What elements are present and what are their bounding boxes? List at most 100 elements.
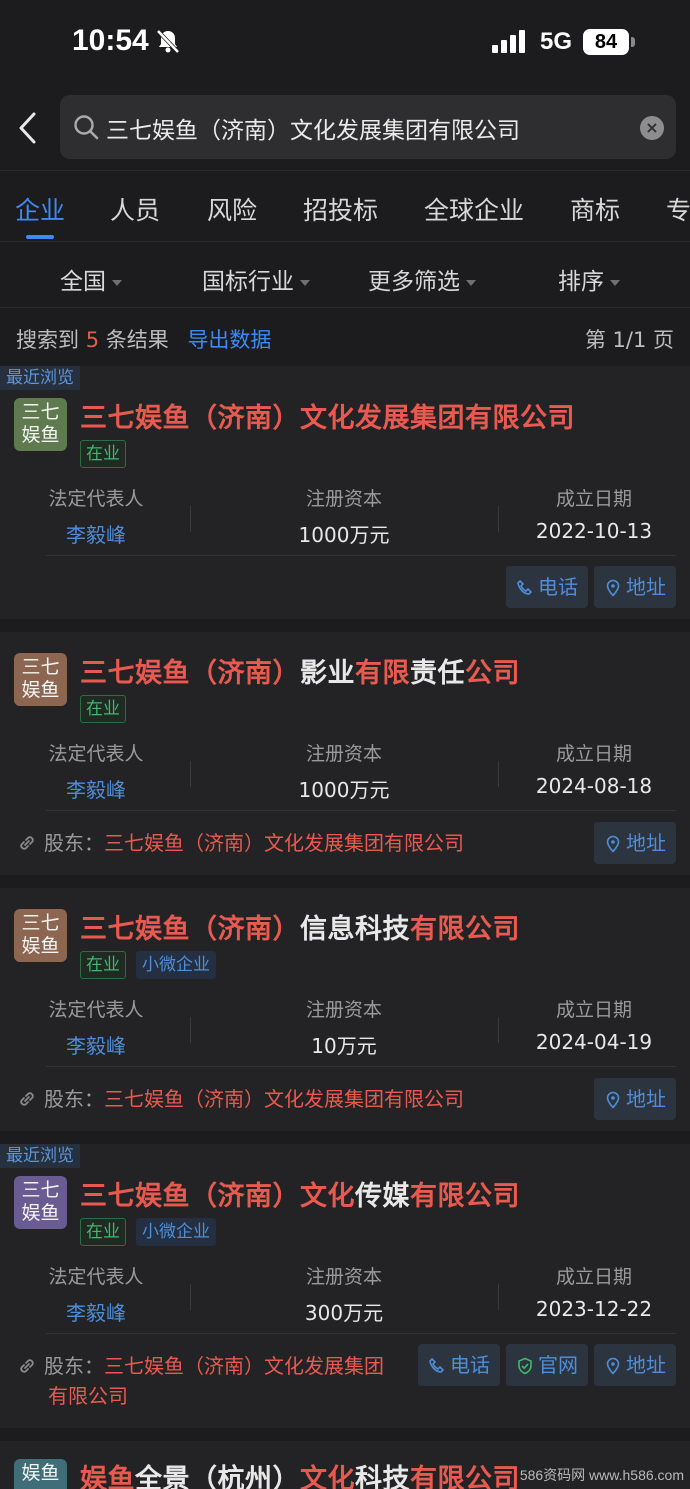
founded-value: 2023-12-22 <box>535 1297 653 1321</box>
results-count: 5 <box>85 328 100 352</box>
chevron-down-icon <box>610 279 620 286</box>
search-icon <box>72 113 100 145</box>
filter-sort[interactable]: 排序 <box>558 262 620 296</box>
tab-people[interactable]: 人员 <box>110 191 160 227</box>
results-suffix: 条结果 <box>105 328 169 352</box>
legal-rep-link[interactable]: 李毅峰 <box>46 1030 146 1059</box>
filter-bar: 全国 国标行业 更多筛选 排序 <box>0 242 690 308</box>
company-name[interactable]: 娱鱼全景（杭州）文化科技有限公司 <box>80 1457 520 1489</box>
phone-button[interactable]: 电话 <box>506 566 588 608</box>
tab-trademark[interactable]: 商标 <box>570 191 620 227</box>
tab-bidding[interactable]: 招投标 <box>303 191 378 227</box>
status-badge: 在业 <box>80 440 126 468</box>
company-card[interactable]: 最近浏览 三七 娱鱼 三七娱鱼（济南）文化发展集团有限公司 在业 法定代表人 李毅峰… <box>0 366 690 619</box>
tab-enterprise[interactable]: 企业 <box>15 191 65 227</box>
signal-icon <box>492 30 528 58</box>
company-name-segment: 三七娱鱼（济南）文化 <box>80 1181 355 1212</box>
legal-rep-link[interactable]: 李毅峰 <box>46 519 146 548</box>
capital-label: 注册资本 <box>305 488 382 510</box>
logo-line: 娱鱼 <box>21 1202 60 1224</box>
legal-rep-label: 法定代表人 <box>48 743 144 765</box>
legal-rep-link[interactable]: 李毅峰 <box>46 1297 146 1326</box>
company-name-segment: 文化 <box>300 1464 355 1489</box>
company-card[interactable]: 三七 娱鱼 三七娱鱼（济南）信息科技有限公司 在业 小微企业 法定代表人 李毅峰 注册… <box>0 888 690 1131</box>
address-button[interactable]: 地址 <box>594 822 676 864</box>
filter-sort-label: 排序 <box>558 269 604 295</box>
shareholder-row: 股东：三七娱鱼（济南）文化发展集团有限公司 <box>16 1084 464 1114</box>
company-info-row: 法定代表人 李毅峰 注册资本 10万元 成立日期 2024-04-19 <box>0 995 690 1065</box>
company-name-segment: 有限公司 <box>410 914 520 945</box>
battery-icon: 84 <box>583 29 629 55</box>
company-card[interactable]: 三七 娱鱼 三七娱鱼（济南）影业有限责任公司 在业 法定代表人李毅峰 注册资本 10… <box>0 632 690 875</box>
company-name[interactable]: 三七娱鱼（济南）文化传媒有限公司 <box>80 1174 520 1213</box>
capital-label: 注册资本 <box>305 1266 382 1288</box>
capital-value: 10万元 <box>311 1034 377 1058</box>
battery-tip <box>631 37 635 47</box>
address-button[interactable]: 地址 <box>594 1078 676 1120</box>
capital-value: 1000万元 <box>298 778 390 802</box>
separator <box>190 1284 191 1310</box>
clear-search-icon[interactable]: × <box>640 116 664 140</box>
status-badge: 在业 <box>80 695 126 723</box>
company-info-row: 法定代表人 李毅峰 注册资本 1000万元 成立日期 2024-08-18 <box>0 739 690 809</box>
legal-rep-label: 法定代表人 <box>48 1266 144 1288</box>
company-name-segment: 有限 <box>355 658 410 689</box>
legal-rep-link[interactable]: 李毅峰 <box>46 774 146 803</box>
status-tags: 在业 小微企业 <box>80 1218 226 1246</box>
chevron-down-icon <box>112 279 122 286</box>
divider <box>46 810 676 811</box>
recent-view-badge: 最近浏览 <box>0 366 80 390</box>
divider <box>46 1333 676 1334</box>
website-button[interactable]: 官网 <box>506 1344 588 1386</box>
separator <box>190 1017 191 1043</box>
address-button[interactable]: 地址 <box>594 1344 676 1386</box>
phone-icon <box>429 1357 445 1373</box>
shareholder-link-cont[interactable]: 有限公司 <box>48 1384 128 1408</box>
search-query[interactable]: 三七娱鱼（济南）文化发展集团有限公司 <box>106 111 520 145</box>
status-tags: 在业 <box>80 440 136 468</box>
size-badge: 小微企业 <box>136 1218 216 1246</box>
tab-patent[interactable]: 专 <box>666 191 690 227</box>
company-name[interactable]: 三七娱鱼（济南）信息科技有限公司 <box>80 907 520 946</box>
capital-col: 注册资本 1000万元 <box>284 739 404 803</box>
filter-industry-label: 国标行业 <box>202 269 294 295</box>
logo-line: 娱鱼 <box>21 424 60 446</box>
shield-check-icon <box>518 1357 532 1375</box>
company-name-segment: 科技 <box>355 1464 410 1489</box>
watermark: 586资码网 www.h586.com <box>519 1467 684 1483</box>
phone-button[interactable]: 电话 <box>418 1344 500 1386</box>
shareholder-link[interactable]: 三七娱鱼（济南）文化发展集团 <box>104 1354 384 1378</box>
tab-global-enterprise[interactable]: 全球企业 <box>424 191 524 227</box>
company-name-segment: 公司 <box>465 658 520 689</box>
company-info-row: 法定代表人 李毅峰 注册资本 300万元 成立日期 2023-12-22 <box>0 1262 690 1332</box>
company-name-segment: 三七娱鱼（济南）文化发展集团有限公司 <box>80 403 575 434</box>
shareholder-link[interactable]: 三七娱鱼（济南）文化发展集团有限公司 <box>104 831 464 855</box>
filter-more[interactable]: 更多筛选 <box>368 262 476 296</box>
export-data-link[interactable]: 导出数据 <box>187 328 271 352</box>
filter-industry[interactable]: 国标行业 <box>202 262 310 296</box>
logo-line: 三七 <box>21 401 60 423</box>
founded-label: 成立日期 <box>555 999 632 1021</box>
founded-value: 2022-10-13 <box>535 519 653 543</box>
company-name[interactable]: 三七娱鱼（济南）文化发展集团有限公司 <box>80 396 575 435</box>
company-name-segment: 信息科技 <box>300 914 410 945</box>
back-arrow-icon[interactable] <box>14 108 44 148</box>
shareholder-label: 股东： <box>44 1087 104 1111</box>
mute-bell-icon <box>155 28 181 58</box>
logo-line: 娱鱼 <box>21 679 60 701</box>
chevron-down-icon <box>466 279 476 286</box>
search-input[interactable]: 三七娱鱼（济南）文化发展集团有限公司 × <box>60 95 676 159</box>
founded-value: 2024-08-18 <box>535 774 653 798</box>
company-card[interactable]: 最近浏览 三七 娱鱼 三七娱鱼（济南）文化传媒有限公司 在业 小微企业 法定代表人李… <box>0 1144 690 1428</box>
company-name[interactable]: 三七娱鱼（济南）影业有限责任公司 <box>80 651 520 690</box>
filter-region[interactable]: 全国 <box>60 262 122 296</box>
separator <box>190 506 191 532</box>
address-button[interactable]: 地址 <box>594 566 676 608</box>
tab-risk[interactable]: 风险 <box>207 191 257 227</box>
company-logo: 三七 娱鱼 <box>14 909 67 962</box>
shareholder-link[interactable]: 三七娱鱼（济南）文化发展集团有限公司 <box>104 1087 464 1111</box>
divider <box>46 1066 676 1067</box>
divider <box>46 555 676 556</box>
separator <box>498 506 499 532</box>
company-logo: 三七 娱鱼 <box>14 653 67 706</box>
